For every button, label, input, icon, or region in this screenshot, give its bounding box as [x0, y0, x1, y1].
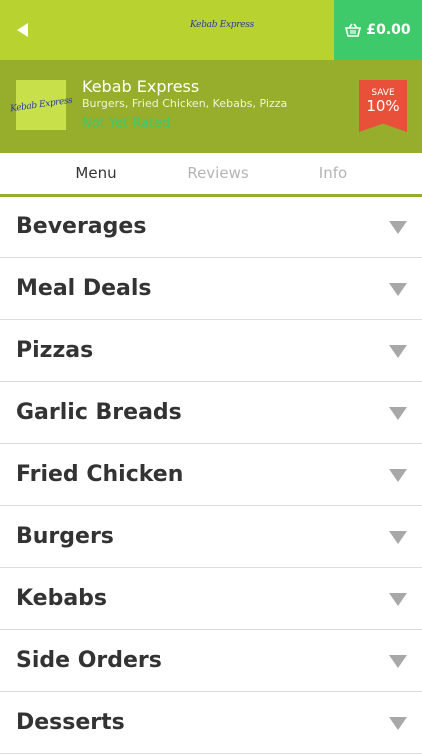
tab-info[interactable]: Info — [263, 153, 403, 194]
discount-value: 10% — [366, 97, 400, 115]
basket-total: £0.00 — [366, 22, 411, 38]
category-label: Desserts — [16, 710, 125, 735]
expand-arrow-icon — [389, 655, 407, 668]
tab-menu[interactable]: Menu — [26, 153, 166, 194]
category-row[interactable]: Burgers — [0, 506, 422, 568]
category-row[interactable]: Side Orders — [0, 630, 422, 692]
expand-arrow-icon — [389, 593, 407, 606]
restaurant-info: Kebab Express Kebab Express Burgers, Fri… — [0, 60, 422, 153]
menu-category-list: Beverages Meal Deals Pizzas Garlic Bread… — [0, 196, 422, 754]
category-label: Side Orders — [16, 648, 162, 673]
expand-arrow-icon — [389, 283, 407, 296]
category-row[interactable]: Garlic Breads — [0, 382, 422, 444]
category-label: Garlic Breads — [16, 400, 182, 425]
category-row[interactable]: Pizzas — [0, 320, 422, 382]
back-arrow-icon — [17, 23, 28, 37]
category-label: Fried Chicken — [16, 462, 184, 487]
expand-arrow-icon — [389, 221, 407, 234]
restaurant-name: Kebab Express — [82, 77, 200, 96]
expand-arrow-icon — [389, 407, 407, 420]
restaurant-cuisines: Burgers, Fried Chicken, Kebabs, Pizza — [82, 97, 288, 110]
discount-badge: SAVE 10% — [359, 80, 407, 132]
category-row[interactable]: Meal Deals — [0, 258, 422, 320]
category-label: Pizzas — [16, 338, 94, 363]
back-button[interactable] — [10, 14, 42, 46]
category-label: Burgers — [16, 524, 114, 549]
category-label: Meal Deals — [16, 276, 152, 301]
expand-arrow-icon — [389, 531, 407, 544]
category-row[interactable]: Desserts — [0, 692, 422, 754]
restaurant-logo: Kebab Express — [9, 80, 73, 130]
basket-button[interactable]: £0.00 — [334, 0, 422, 60]
expand-arrow-icon — [389, 717, 407, 730]
restaurant-rating: Not Yet Rated — [82, 116, 171, 131]
top-bar: Kebab Express £0.00 — [0, 0, 422, 60]
expand-arrow-icon — [389, 345, 407, 358]
expand-arrow-icon — [389, 469, 407, 482]
category-row[interactable]: Beverages — [0, 196, 422, 258]
category-row[interactable]: Fried Chicken — [0, 444, 422, 506]
category-row[interactable]: Kebabs — [0, 568, 422, 630]
header-logo: Kebab Express — [190, 20, 254, 30]
category-label: Beverages — [16, 214, 147, 239]
basket-icon — [345, 23, 362, 37]
category-label: Kebabs — [16, 586, 108, 611]
tab-bar: Menu Reviews Info — [0, 153, 422, 197]
